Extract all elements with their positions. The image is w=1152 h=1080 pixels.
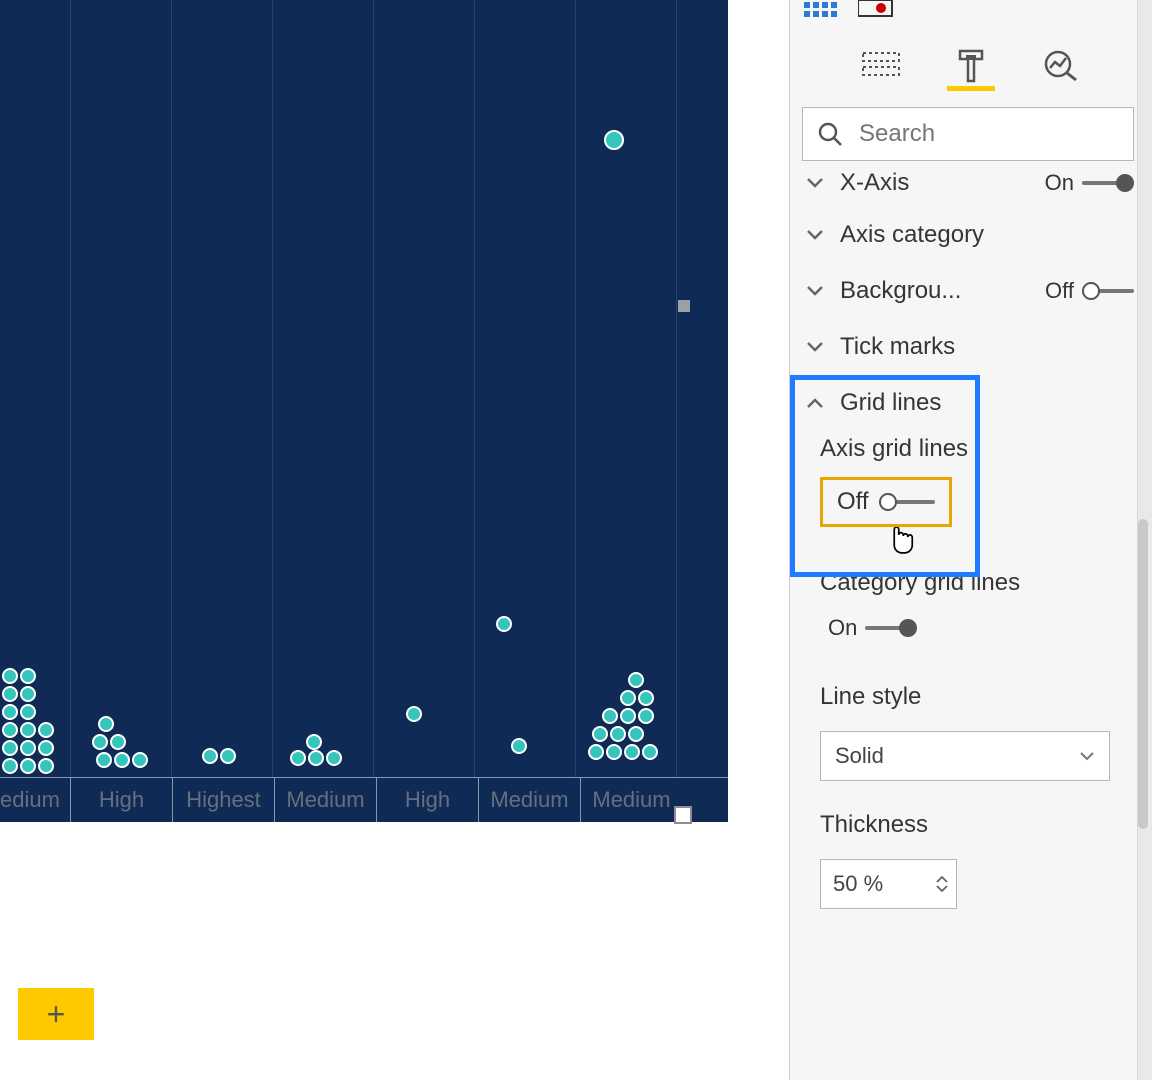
axis-category-label: Axis category xyxy=(840,221,1134,249)
line-style-dropdown[interactable]: Solid xyxy=(820,731,1110,781)
resize-handle-corner[interactable] xyxy=(674,806,692,824)
search-icon xyxy=(817,121,843,147)
record-view-icon[interactable] xyxy=(858,0,894,18)
spinner-down-icon[interactable] xyxy=(936,885,948,893)
tick-marks-label: Tick marks xyxy=(840,333,1134,361)
analytics-tab[interactable] xyxy=(1037,44,1085,91)
spinner-up-icon[interactable] xyxy=(936,875,948,883)
scrollbar-vertical[interactable] xyxy=(1138,519,1148,829)
chevron-down-icon[interactable] xyxy=(804,229,826,241)
grid-lines-label: Grid lines xyxy=(840,389,1134,417)
scatter-plot[interactable]: edium High Highest Medium High Medium Me… xyxy=(0,0,728,822)
category-grid-lines-label: Category grid lines xyxy=(790,541,1152,609)
fields-tab[interactable] xyxy=(857,44,905,91)
chart-canvas-area[interactable]: edium High Highest Medium High Medium Me… xyxy=(0,0,789,1080)
chevron-up-icon[interactable] xyxy=(804,397,826,409)
add-page-button[interactable]: + xyxy=(18,988,94,1040)
line-style-label: Line style xyxy=(790,663,1152,723)
x-axis-labels: edium High Highest Medium High Medium Me… xyxy=(0,778,728,822)
chevron-down-icon[interactable] xyxy=(804,177,826,189)
thickness-label: Thickness xyxy=(790,789,1152,851)
grid-view-icon[interactable] xyxy=(804,2,838,18)
search-box[interactable] xyxy=(802,107,1134,161)
xaxis-label: X-Axis xyxy=(840,169,1031,197)
thickness-stepper[interactable]: 50 % xyxy=(820,859,957,909)
resize-handle-right[interactable] xyxy=(678,300,690,312)
chevron-down-icon[interactable] xyxy=(804,341,826,353)
background-label: Backgrou... xyxy=(840,277,1031,305)
chevron-down-icon xyxy=(1079,751,1095,761)
search-input[interactable] xyxy=(857,119,1152,149)
axis-grid-lines-toggle[interactable]: Off xyxy=(820,477,952,527)
axis-grid-lines-label: Axis grid lines xyxy=(790,427,1152,475)
xaxis-toggle[interactable]: On xyxy=(1045,170,1134,196)
background-toggle[interactable]: Off xyxy=(1045,278,1134,304)
chevron-down-icon[interactable] xyxy=(804,285,826,297)
format-panel: X-Axis On Axis category Backgrou... Off xyxy=(789,0,1152,1080)
category-grid-lines-toggle[interactable]: On xyxy=(820,611,1134,661)
plus-icon: + xyxy=(47,996,66,1033)
format-tab[interactable] xyxy=(947,44,995,91)
